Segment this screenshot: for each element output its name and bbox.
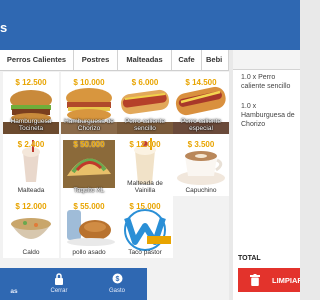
product-card[interactable]: $ 50.000 Taquito XL [61, 134, 117, 196]
close-button[interactable]: Cerrar [35, 268, 83, 300]
product-name: Malteada [17, 187, 45, 194]
product-name: Malteada de Vainilla [127, 180, 163, 194]
product-card[interactable]: $ 55.000 pollo asado [61, 196, 117, 258]
product-name: Capuchino [185, 187, 217, 194]
app-title: s [0, 20, 8, 35]
app-header: s [0, 0, 300, 50]
product-card[interactable]: $ 15.000 Taco pastor [117, 196, 173, 258]
product-name: Hamburguesa Tocineta [10, 118, 52, 132]
product-name: Caldo [22, 249, 40, 256]
lock-icon [55, 273, 63, 285]
product-price: $ 2.400 [17, 140, 45, 149]
product-card[interactable]: $ 3.500 Capuchino [173, 134, 229, 196]
product-price: $ 50.000 [73, 140, 105, 149]
nav-ventas-button[interactable]: as [0, 268, 38, 300]
product-price: $ 6.000 [131, 78, 159, 87]
product-card[interactable]: $ 14.500 Perro caliente especial [173, 72, 229, 134]
product-name: Taco pastor [128, 249, 162, 256]
svg-text:$: $ [116, 276, 120, 283]
product-price: $ 15.000 [129, 202, 161, 211]
product-price: $ 12.000 [15, 202, 47, 211]
order-list: 1.0 x Perro caliente sencillo 1.0 x Hamb… [241, 73, 300, 140]
product-card[interactable]: $ 12.500 Hamburguesa Tocineta [3, 72, 59, 134]
clear-button[interactable]: LIMPIAR [238, 268, 300, 292]
product-card[interactable]: $ 6.000 Perro caliente sencillo [117, 72, 173, 134]
clear-label: LIMPIAR [272, 276, 300, 285]
order-item[interactable]: 1.0 x Perro caliente sencillo [241, 73, 300, 91]
product-card[interactable]: $ 12.000 Malteada de Vainilla [117, 134, 173, 196]
product-name: Taquito XL [73, 187, 105, 194]
bottom-nav: as Cerrar $ Gasto [0, 268, 147, 300]
order-item[interactable]: 1.0 x Hamburguesa de Chorizo [241, 102, 300, 129]
nav-label: Gasto [108, 288, 125, 294]
order-header [233, 50, 300, 70]
nav-label: as [10, 288, 18, 295]
product-name: Perro caliente especial [180, 118, 222, 132]
product-price: $ 3.500 [187, 140, 215, 149]
product-grid: $ 12.500 Hamburguesa Tocineta $ 10.000 H… [0, 72, 229, 268]
trash-icon [250, 274, 260, 286]
tab-bebidas[interactable]: Bebi [202, 50, 229, 70]
tab-cafe[interactable]: Cafe [172, 50, 202, 70]
tab-perros-calientes[interactable]: Perros Calientes [0, 50, 74, 70]
product-card[interactable]: $ 12.000 Caldo [3, 196, 59, 258]
product-name: Hamburguesa de Chorizo [64, 118, 114, 132]
nav-label: Cerrar [50, 288, 68, 294]
product-name: pollo asado [72, 249, 106, 256]
product-price: $ 10.000 [73, 78, 105, 87]
category-tabs: Perros Calientes Postres Malteadas Cafe Bebi [0, 50, 229, 71]
money-icon: $ [112, 273, 123, 284]
product-price: $ 12.500 [15, 78, 47, 87]
tab-malteadas[interactable]: Malteadas [118, 50, 172, 70]
product-price: $ 55.000 [73, 202, 105, 211]
product-card[interactable]: $ 2.400 Malteada [3, 134, 59, 196]
expense-button[interactable]: $ Gasto [93, 268, 141, 300]
product-price: $ 12.000 [129, 140, 161, 149]
total-label: TOTAL [238, 255, 261, 262]
tab-postres[interactable]: Postres [74, 50, 118, 70]
product-name: Perro caliente sencillo [124, 118, 166, 132]
product-price: $ 14.500 [185, 78, 217, 87]
product-card[interactable]: $ 10.000 Hamburguesa de Chorizo [61, 72, 117, 134]
